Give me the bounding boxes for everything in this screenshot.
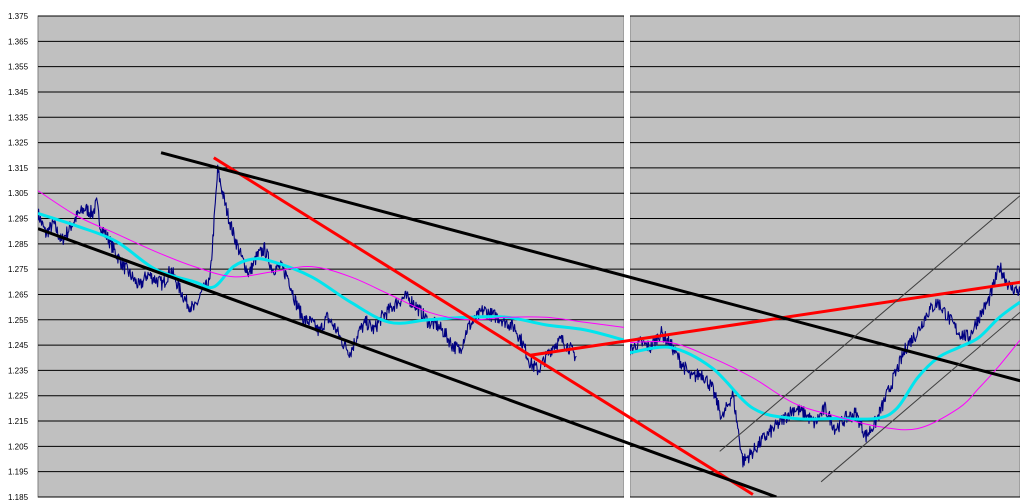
- y-tick-label: 1.325: [8, 139, 29, 148]
- y-tick-label: 1.355: [8, 63, 29, 72]
- y-tick-label: 1.195: [8, 468, 29, 477]
- y-tick-label: 1.205: [8, 442, 29, 451]
- y-tick-label: 1.245: [8, 341, 29, 350]
- y-tick-label: 1.305: [8, 189, 29, 198]
- y-tick-label: 1.215: [8, 417, 29, 426]
- plot-area-right: [629, 15, 1020, 498]
- y-tick-label: 1.265: [8, 290, 29, 299]
- y-tick-label: 1.335: [8, 113, 29, 122]
- y-tick-label: 1.225: [8, 392, 29, 401]
- y-tick-label: 1.375: [8, 12, 29, 21]
- y-tick-label: 1.345: [8, 88, 29, 97]
- panel-separator: [624, 4, 630, 500]
- y-tick-label: 1.235: [8, 366, 29, 375]
- y-tick-label: 1.185: [8, 493, 29, 500]
- y-tick-label: 1.365: [8, 37, 29, 46]
- left-panel: [37, 15, 625, 498]
- plot-area-left: [37, 15, 625, 498]
- chart: 1.375 1.365 1.355 1.345 1.335 1.325 1.315 1.305…: [0, 0, 1020, 500]
- right-panel: [629, 15, 1020, 498]
- y-tick-label: 1.255: [8, 316, 29, 325]
- y-tick-label: 1.315: [8, 164, 29, 173]
- y-tick-label: 1.275: [8, 265, 29, 274]
- y-tick-label: 1.295: [8, 215, 29, 224]
- y-tick-label: 1.285: [8, 240, 29, 249]
